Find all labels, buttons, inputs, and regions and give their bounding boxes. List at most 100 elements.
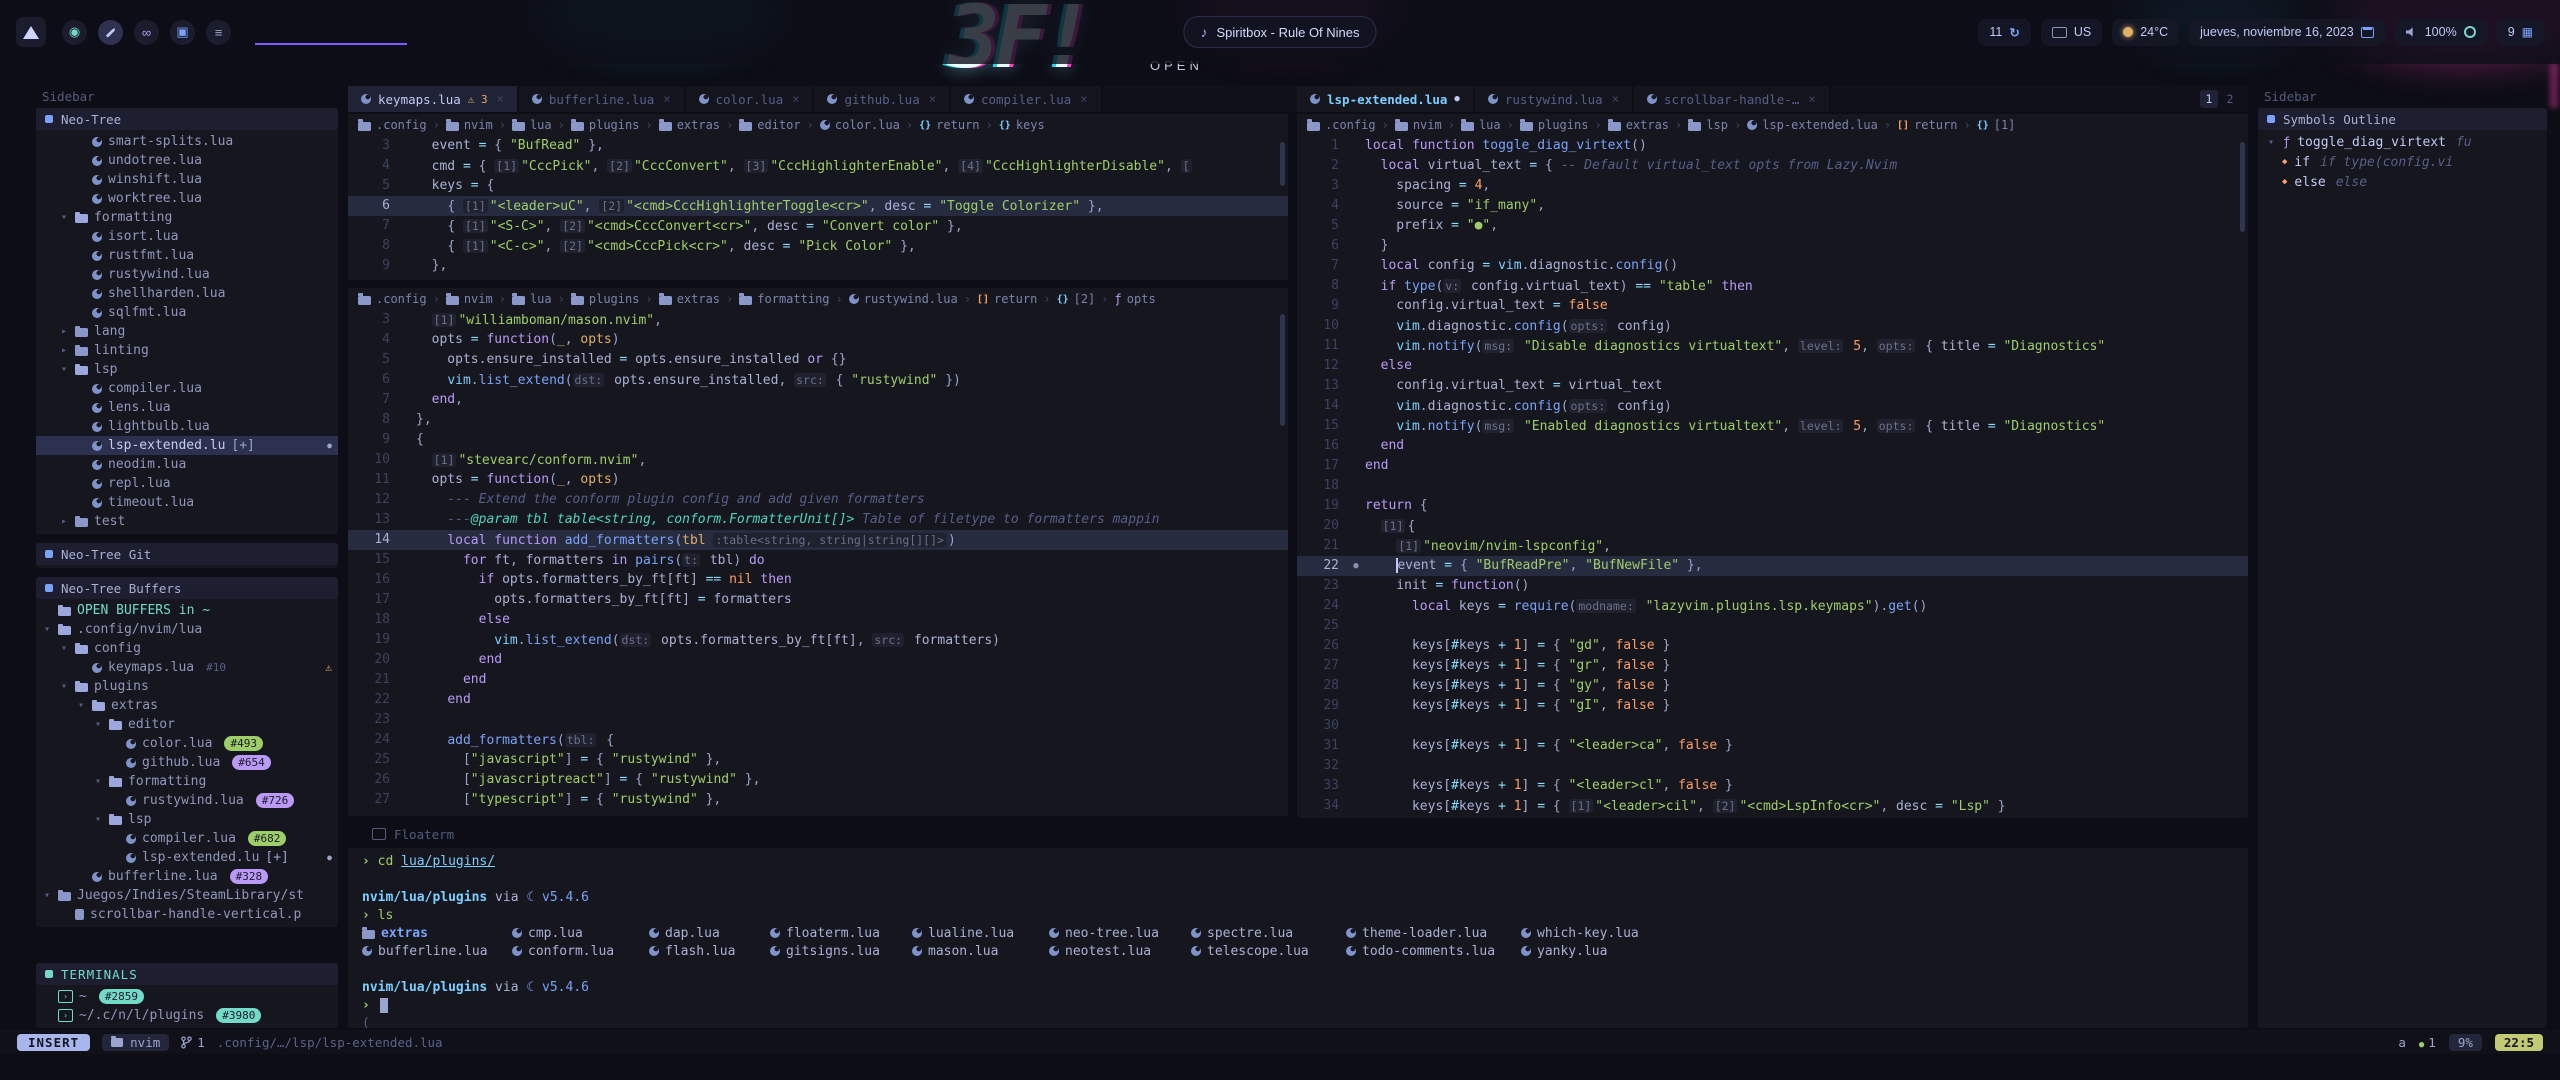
code-line-33[interactable]: 33 keys[#keys + 1] = { "<leader>cl", fal…	[1297, 776, 2248, 796]
tree-item-compiler.lua[interactable]: compiler.lua#682	[36, 829, 338, 848]
tab-keymaps.lua[interactable]: keymaps.lua⚠ 3×	[348, 86, 519, 112]
code-line-8[interactable]: 8 if type(v: config.virtual_text) == "ta…	[1297, 276, 2248, 296]
tabpage-2[interactable]: 2	[2221, 90, 2239, 108]
code-line-6[interactable]: 6 }	[1297, 236, 2248, 256]
tree-item-OPEN BUFFERS in ~[interactable]: OPEN BUFFERS in ~	[36, 601, 338, 620]
breadcrumb-seg[interactable]: color.lua	[820, 118, 900, 132]
tree-item-~/.c/n/l/plugins[interactable]: ›~/.c/n/l/plugins#3980	[36, 1006, 338, 1025]
code-line-4[interactable]: 4 source = "if_many",	[1297, 196, 2248, 216]
breadcrumb-seg[interactable]: {}keys	[999, 118, 1045, 132]
breadcrumb-seg[interactable]: lua	[512, 292, 552, 306]
music-widget[interactable]: ♪ Spiritbox - Rule Of Nines	[1183, 16, 1376, 48]
code-line-25[interactable]: 25 ["javascript"] = { "rustywind" },	[348, 750, 1288, 770]
tab-lsp-extended.lua[interactable]: lsp-extended.lua●	[1297, 86, 1475, 112]
code-line-5[interactable]: 5 opts.ensure_installed = opts.ensure_in…	[348, 350, 1288, 370]
breadcrumb-seg[interactable]: lua	[512, 118, 552, 132]
code-line-20[interactable]: 20 end	[348, 650, 1288, 670]
tree-item-lightbulb.lua[interactable]: lightbulb.lua	[36, 417, 338, 436]
tree-item-linting[interactable]: ▸linting	[36, 341, 338, 360]
code-line-7[interactable]: 7 end,	[348, 390, 1288, 410]
code-line-11[interactable]: 11 opts = function(_, opts)	[348, 470, 1288, 490]
breadcrumb-seg[interactable]: lua	[1461, 118, 1501, 132]
tree-item-lang[interactable]: ▸lang	[36, 322, 338, 341]
code-line-21[interactable]: 21 end	[348, 670, 1288, 690]
code-line-27[interactable]: 27 ["typescript"] = { "rustywind" },	[348, 790, 1288, 810]
breadcrumb-seg[interactable]: []return	[1897, 118, 1957, 132]
code-line-15[interactable]: 15 for ft, formatters in pairs(t: tbl) d…	[348, 550, 1288, 570]
code-line-3[interactable]: 3 [1]"williamboman/mason.nvim",	[348, 310, 1288, 330]
tree-item-undotree.lua[interactable]: undotree.lua	[36, 151, 338, 170]
updates-widget[interactable]: 11↻	[1978, 19, 2030, 46]
code-line-25[interactable]: 25	[1297, 616, 2248, 636]
tree-item-sqlfmt.lua[interactable]: sqlfmt.lua	[36, 303, 338, 322]
code-line-15[interactable]: 15 vim.notify(msg: "Enabled diagnostics …	[1297, 416, 2248, 436]
code-area[interactable]: 3 event = { "BufRead" },4 cmd = { [1]"Cc…	[348, 136, 1288, 276]
tab-scrollbar-handle-…[interactable]: scrollbar-handle-…×	[1634, 86, 1831, 112]
record-icon[interactable]: ◉	[62, 20, 87, 45]
code-line-13[interactable]: 13 config.virtual_text = virtual_text	[1297, 376, 2248, 396]
volume-widget[interactable]: 100%	[2395, 19, 2487, 46]
tree-item-plugins[interactable]: ▾plugins	[36, 677, 338, 696]
code-line-18[interactable]: 18	[1297, 476, 2248, 496]
tree-item-neodim.lua[interactable]: neodim.lua	[36, 455, 338, 474]
tabpage-1[interactable]: 1	[2200, 90, 2218, 108]
tree-item-lsp[interactable]: ▾lsp	[36, 810, 338, 829]
editor-rustywind-lua[interactable]: .config›nvim›lua›plugins›extras›formatti…	[348, 288, 1288, 816]
code-area[interactable]: 1local function toggle_diag_virtext()2 l…	[1297, 136, 2248, 816]
tree-item-compiler.lua[interactable]: compiler.lua	[36, 379, 338, 398]
tree-item-rustfmt.lua[interactable]: rustfmt.lua	[36, 246, 338, 265]
outline-item-if[interactable]: ◆ifif type(config.vi	[2258, 152, 2547, 172]
code-line-29[interactable]: 29 keys[#keys + 1] = { "gI", false }	[1297, 696, 2248, 716]
code-line-9[interactable]: 9{	[348, 430, 1288, 450]
tree-item-smart-splits.lua[interactable]: smart-splits.lua	[36, 132, 338, 151]
code-line-12[interactable]: 12 --- Extend the conform plugin config …	[348, 490, 1288, 510]
floaterm-panel[interactable]: › cd lua/plugins/nvim/lua/plugins via ☾ …	[348, 848, 2248, 1028]
prompt-input-wrap[interactable]	[255, 19, 407, 45]
breadcrumb-seg[interactable]: plugins	[1520, 118, 1589, 132]
breadcrumb-seg[interactable]: extras	[659, 292, 720, 306]
code-line-10[interactable]: 10 vim.diagnostic.config(opts: config)	[1297, 316, 2248, 336]
tree-item-~[interactable]: ›~#2859	[36, 987, 338, 1006]
code-line-22[interactable]: 22● event = { "BufReadPre", "BufNewFile"…	[1297, 556, 2248, 576]
code-line-21[interactable]: 21 [1]"neovim/nvim-lspconfig",	[1297, 536, 2248, 556]
tab-rustywind.lua[interactable]: rustywind.lua×	[1475, 86, 1634, 112]
code-line-28[interactable]: 28 keys[#keys + 1] = { "gy", false }	[1297, 676, 2248, 696]
keyboard-layout-widget[interactable]: US	[2041, 19, 2102, 46]
code-line-26[interactable]: 26 keys[#keys + 1] = { "gd", false }	[1297, 636, 2248, 656]
section-Neo-Tree Git[interactable]: Neo-Tree Git	[36, 543, 338, 565]
launcher-button[interactable]	[16, 17, 46, 47]
tree-item-.config/nvim/lua[interactable]: ▾.config/nvim/lua	[36, 620, 338, 639]
code-line-23[interactable]: 23	[348, 710, 1288, 730]
breadcrumb-seg[interactable]: lsp	[1688, 118, 1728, 132]
tree-item-formatting[interactable]: ▾formatting	[36, 208, 338, 227]
code-line-30[interactable]: 30	[1297, 716, 2248, 736]
code-line-5[interactable]: 5 prefix = "●",	[1297, 216, 2248, 236]
code-line-3[interactable]: 3 spacing = 4,	[1297, 176, 2248, 196]
code-line-11[interactable]: 11 vim.notify(msg: "Disable diagnostics …	[1297, 336, 2248, 356]
code-line-14[interactable]: 14 vim.diagnostic.config(opts: config)	[1297, 396, 2248, 416]
scrollbar[interactable]	[1280, 142, 1285, 186]
notes-icon[interactable]: ≡	[206, 20, 231, 45]
link-icon[interactable]: ∞	[134, 20, 159, 45]
tree-item-extras[interactable]: ▾extras	[36, 696, 338, 715]
code-line-34[interactable]: 34 keys[#keys + 1] = { [1]"<leader>cil",…	[1297, 796, 2248, 816]
tab-bufferline.lua[interactable]: bufferline.lua×	[519, 86, 686, 112]
code-line-8[interactable]: 8 { [1]"<C-c>", [2]"<cmd>CccPick<cr>", d…	[348, 236, 1288, 256]
code-line-18[interactable]: 18 else	[348, 610, 1288, 630]
tree-item-isort.lua[interactable]: isort.lua	[36, 227, 338, 246]
breadcrumb-seg[interactable]: nvim	[446, 118, 493, 132]
code-line-19[interactable]: 19 vim.list_extend(dst: opts.formatters_…	[348, 630, 1288, 650]
tree-item-github.lua[interactable]: github.lua#654	[36, 753, 338, 772]
code-line-16[interactable]: 16 end	[1297, 436, 2248, 456]
code-line-6[interactable]: 6 vim.list_extend(dst: opts.ensure_insta…	[348, 370, 1288, 390]
scrollbar[interactable]	[2240, 142, 2245, 232]
tree-item-timeout.lua[interactable]: timeout.lua	[36, 493, 338, 512]
tree-item-Juegos/Indies/SteamLibrary/st[interactable]: ▾Juegos/Indies/SteamLibrary/st	[36, 886, 338, 905]
breadcrumb-seg[interactable]: nvim	[1395, 118, 1442, 132]
breadcrumb-seg[interactable]: editor	[739, 118, 800, 132]
breadcrumb-seg[interactable]: ƒopts	[1115, 292, 1156, 306]
code-line-2[interactable]: 2 local virtual_text = { -- Default virt…	[1297, 156, 2248, 176]
editor-color-lua[interactable]: .config›nvim›lua›plugins›extras›editor›c…	[348, 114, 1288, 280]
tree-item-keymaps.lua[interactable]: keymaps.lua#10⚠	[36, 658, 338, 677]
clock-widget[interactable]: jueves, noviembre 16, 2023	[2189, 19, 2385, 46]
